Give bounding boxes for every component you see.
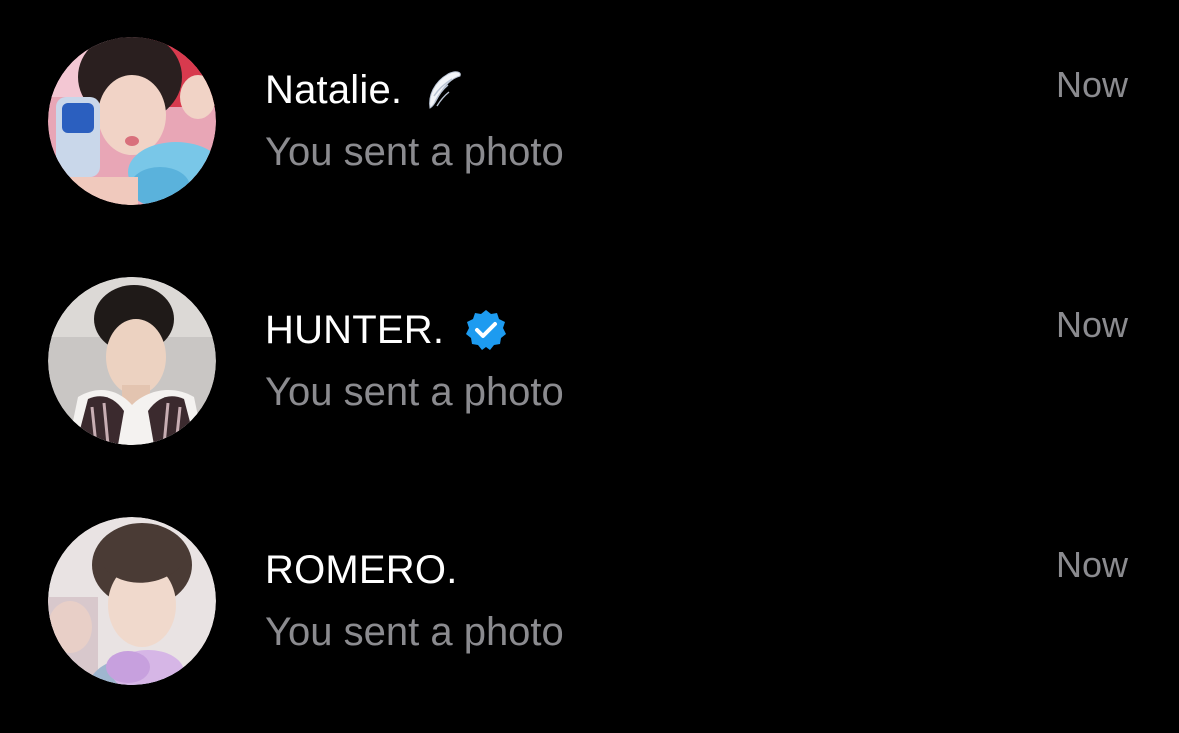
avatar[interactable] [48,277,216,445]
conversation-row-romero[interactable]: ROMERO. You sent a photo Now [0,480,1179,720]
contact-name: Natalie. [265,68,403,112]
name-line: HUNTER. [265,302,508,358]
name-line: ROMERO. [265,542,458,598]
verified-badge-icon [464,308,508,352]
message-preview: You sent a photo [265,370,564,414]
contact-name: HUNTER. [265,308,445,352]
avatar-photo-romero [48,517,216,685]
avatar-photo-hunter [48,277,216,445]
conversation-list: Natalie. You sent a photo Now HUNTER. Yo… [0,0,1179,733]
contact-name: ROMERO. [265,548,458,592]
conversation-row-natalie[interactable]: Natalie. You sent a photo Now [0,0,1179,240]
timestamp: Now [1055,304,1128,345]
angel-wing-icon [422,68,466,112]
message-preview: You sent a photo [265,130,564,174]
conversation-row-hunter[interactable]: HUNTER. You sent a photo Now [0,240,1179,480]
avatar[interactable] [48,517,216,685]
message-preview: You sent a photo [265,610,564,654]
avatar-photo-natalie [48,37,216,205]
timestamp: Now [1055,544,1128,585]
name-line: Natalie. [265,62,466,118]
timestamp: Now [1055,64,1128,105]
avatar[interactable] [48,37,216,205]
